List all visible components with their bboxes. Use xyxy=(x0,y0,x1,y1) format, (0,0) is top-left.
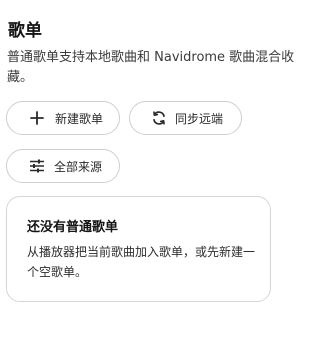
playlists-page: 歌单 普通歌单支持本地歌曲和 Navidrome 歌曲混合收藏。 新建歌单 同步… xyxy=(0,0,305,338)
empty-state-title: 还没有普通歌单 xyxy=(27,220,119,235)
empty-playlists-card: 还没有普通歌单 从播放器把当前歌曲加入歌单，或先新建一个空歌单。 xyxy=(6,196,271,302)
new-playlist-label: 新建歌单 xyxy=(55,111,104,126)
all-sources-label: 全部来源 xyxy=(54,159,103,174)
filter-sliders-icon xyxy=(29,158,45,174)
page-title: 歌单 xyxy=(8,21,42,41)
all-sources-button[interactable]: 全部来源 xyxy=(6,149,120,183)
empty-state-description: 从播放器把当前歌曲加入歌单，或先新建一个空歌单。 xyxy=(27,245,256,279)
plus-icon xyxy=(29,110,45,126)
page-subtitle: 普通歌单支持本地歌曲和 Navidrome 歌曲混合收藏。 xyxy=(7,50,295,85)
new-playlist-button[interactable]: 新建歌单 xyxy=(6,101,120,135)
sync-icon xyxy=(151,110,167,126)
sync-remote-button[interactable]: 同步远端 xyxy=(129,101,242,135)
sync-remote-label: 同步远端 xyxy=(175,111,224,126)
